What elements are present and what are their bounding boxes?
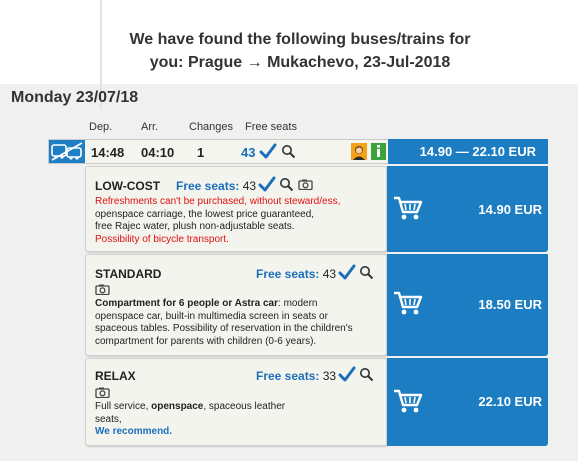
fare-price: 22.10 EUR	[478, 394, 542, 409]
desc-bicycle: Possibility of bicycle transport.	[95, 233, 229, 245]
buy-button-standard[interactable]: 18.50 EUR	[387, 254, 548, 356]
price-range: 14.90 — 22.10 EUR	[388, 139, 548, 164]
camera-icon[interactable]	[95, 387, 110, 398]
desc-warning: Refreshments can't be purchased, without…	[95, 196, 341, 207]
desc-line: seats,	[95, 413, 122, 425]
desc-line: openspace carriage, the lowest price gua…	[95, 208, 315, 220]
info-icon[interactable]	[371, 143, 386, 160]
check-icon	[259, 143, 277, 159]
search-icon[interactable]	[279, 177, 294, 192]
desc-line: : modern	[278, 298, 318, 309]
col-free-seats: Free seats	[245, 121, 297, 133]
check-icon	[258, 176, 276, 192]
fare-name: RELAX	[95, 369, 136, 383]
fare-price: 14.90 EUR	[478, 202, 542, 217]
fare-card-standard[interactable]: STANDARD Free seats: 43 Compartment for …	[85, 254, 387, 356]
cart-icon	[394, 291, 423, 315]
fare-card-relax[interactable]: RELAX Free seats: 33 Full service, opens…	[85, 358, 387, 446]
desc-line: free Rajec water, plush non-adjustable s…	[95, 221, 295, 232]
desc-line: spaceous tables. Possibility of reservat…	[95, 323, 353, 334]
desc-bold: Compartment for 6 people or Astra car	[95, 298, 279, 309]
free-seats: Free seats: 43	[176, 179, 256, 193]
recommend-text: We recommend.	[95, 426, 173, 437]
fare-description: Compartment for 6 people or Astra car: m…	[95, 298, 387, 348]
fare-name: LOW-COST	[95, 179, 161, 193]
fare-description: Full service, openspace, spaceous leathe…	[95, 401, 387, 439]
results-heading: We have found the following buses/trains…	[100, 28, 500, 74]
steward-icon	[351, 143, 367, 160]
heading-line-2: you: Prague → Mukachevo, 23-Jul-2018	[149, 54, 451, 71]
free-seats-label: Free seats:	[256, 267, 320, 281]
fare-name: STANDARD	[95, 267, 162, 281]
search-icon[interactable]	[359, 265, 374, 280]
col-dep: Dep.	[89, 121, 113, 133]
col-changes: Changes	[189, 121, 234, 133]
changes-count: 1	[197, 145, 205, 160]
search-icon[interactable]	[281, 144, 296, 159]
desc-line: , spaceous leather	[203, 401, 286, 412]
free-seats: Free seats: 43	[256, 267, 336, 281]
buy-button-relax[interactable]: 22.10 EUR	[387, 358, 548, 446]
search-icon[interactable]	[359, 367, 374, 382]
free-seats-value: 43	[322, 267, 337, 281]
cart-icon	[394, 196, 423, 220]
date-label: Monday 23/07/18	[11, 89, 139, 106]
dep-time: 14:48	[91, 145, 125, 160]
cart-icon	[394, 389, 423, 413]
check-icon	[338, 264, 356, 280]
heading-line-1: We have found the following buses/trains…	[129, 31, 471, 48]
desc-line: Full service,	[95, 401, 152, 412]
check-icon	[338, 366, 356, 382]
camera-icon[interactable]	[298, 179, 313, 190]
bus-train-icon	[49, 140, 85, 163]
free-seats-label: Free seats:	[256, 369, 320, 383]
fare-description: Refreshments can't be purchased, without…	[95, 196, 387, 246]
arr-time: 04:10	[141, 145, 175, 160]
desc-line: compartment for parents with children (0…	[95, 335, 317, 347]
desc-line: openspace car, built-in multimedia scree…	[95, 310, 328, 322]
free-seats: Free seats: 33	[256, 369, 336, 383]
free-seats-count: 43	[241, 145, 256, 160]
free-seats-label: Free seats:	[176, 179, 240, 193]
connection-row[interactable]: 14:48 04:10 1 43 14.90 — 22.10 EUR	[48, 139, 548, 164]
free-seats-value: 33	[322, 369, 337, 383]
fare-price: 18.50 EUR	[478, 297, 542, 312]
free-seats-value: 43	[242, 179, 257, 193]
col-arr: Arr.	[141, 121, 159, 133]
buy-button-lowcost[interactable]: 14.90 EUR	[387, 166, 548, 252]
fare-card-lowcost[interactable]: LOW-COST Free seats: 43 Refreshments can…	[85, 166, 387, 252]
camera-icon[interactable]	[95, 284, 110, 295]
desc-bold: openspace	[151, 401, 204, 412]
